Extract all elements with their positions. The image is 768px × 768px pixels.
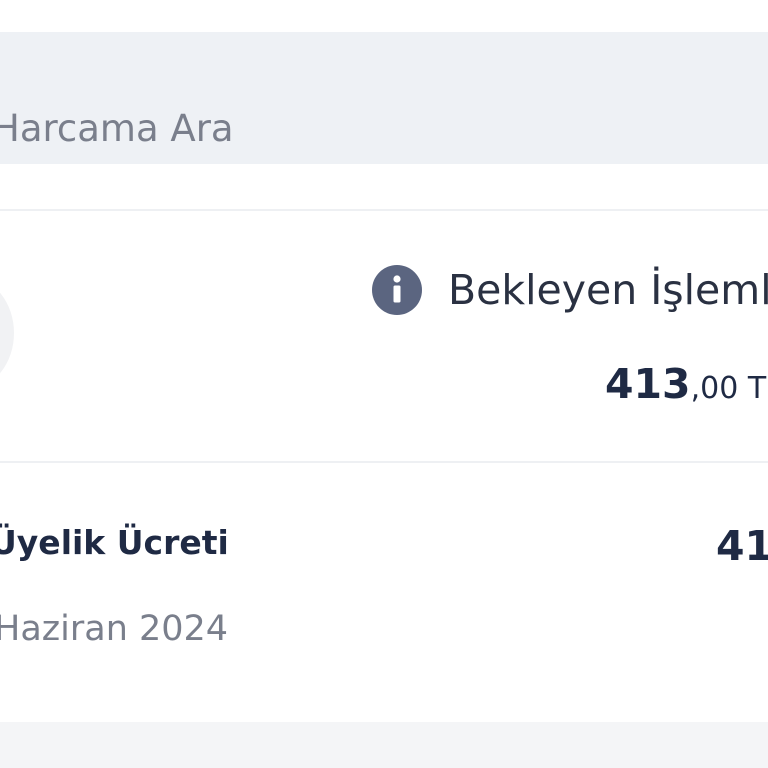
pending-amount-currency: TL bbox=[747, 371, 768, 406]
section-divider bbox=[0, 209, 768, 211]
screen: Harcama Ara Bekleyen İşlemler 413,00 TL … bbox=[0, 0, 768, 768]
pending-amount-decimal: ,00 bbox=[690, 371, 739, 406]
transaction-title: Üyelik Ücreti bbox=[0, 523, 229, 562]
avatar bbox=[0, 278, 14, 388]
search-placeholder: Harcama Ara bbox=[0, 107, 234, 150]
section-divider bbox=[0, 461, 768, 463]
search-input[interactable]: Harcama Ara bbox=[0, 32, 768, 164]
transaction-date: Haziran 2024 bbox=[0, 609, 229, 649]
bottom-section bbox=[0, 722, 768, 768]
info-icon[interactable] bbox=[372, 265, 422, 315]
transaction-amount: 413,00 TL bbox=[716, 522, 768, 570]
pending-amount-integer: 413 bbox=[605, 360, 691, 408]
pending-transactions-title[interactable]: Bekleyen İşlemler bbox=[448, 270, 768, 311]
pending-amount: 413,00 TL bbox=[605, 364, 768, 405]
